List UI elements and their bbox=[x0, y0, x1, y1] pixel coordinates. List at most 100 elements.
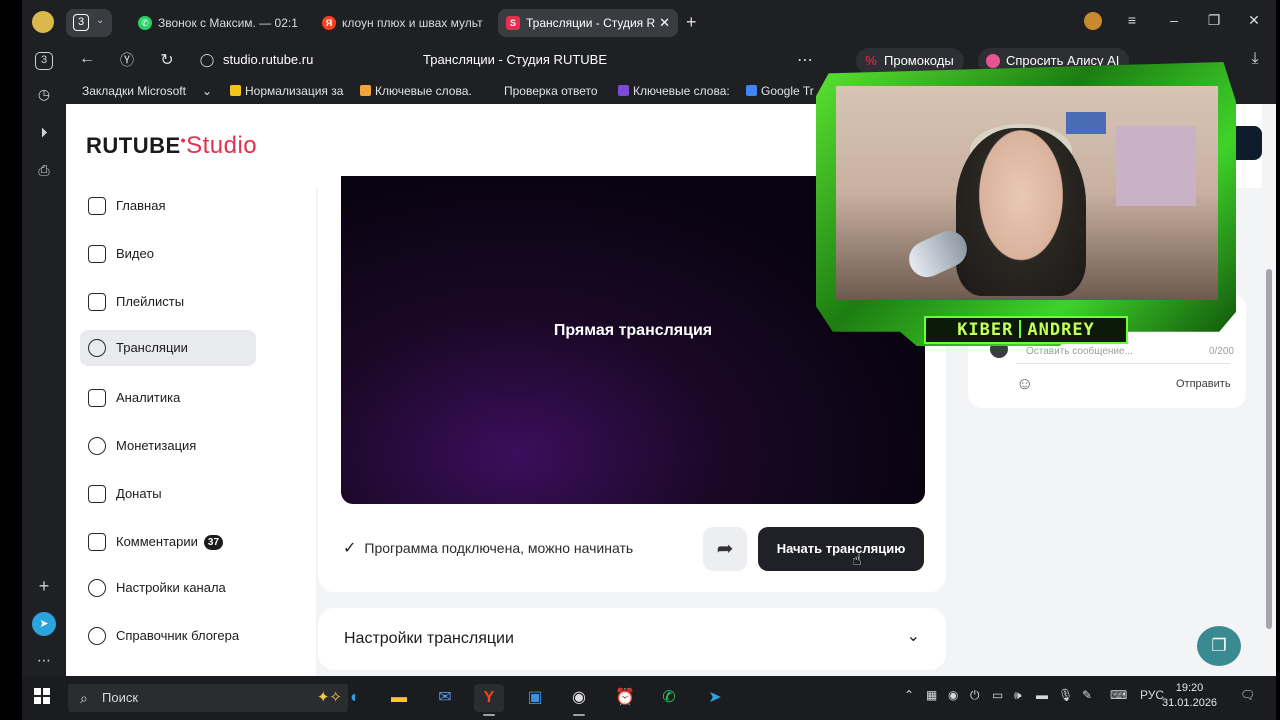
search-icon: ⌕ bbox=[80, 690, 88, 706]
bookmark-item[interactable]: Проверка ответо bbox=[504, 84, 604, 98]
tab-counter-badge: 3 bbox=[73, 14, 89, 31]
windows-start-icon[interactable] bbox=[34, 688, 50, 704]
sidebar-item-channel-settings[interactable]: Настройки канала bbox=[80, 570, 256, 606]
nameplate-left: KIBER bbox=[957, 320, 1014, 340]
playlist-icon bbox=[88, 293, 106, 311]
add-panel-icon[interactable]: + bbox=[32, 574, 56, 598]
tray-power-icon[interactable]: ⏻ bbox=[970, 688, 980, 703]
extension-icon[interactable] bbox=[1084, 12, 1102, 30]
tab-clown[interactable]: Я клоун плюх и швах мульт bbox=[314, 9, 490, 37]
yandex-y-icon[interactable]: Ⓨ bbox=[116, 50, 138, 70]
menu-icon[interactable]: ≡ bbox=[1122, 12, 1142, 28]
notification-icon[interactable]: 🗨 bbox=[1240, 688, 1255, 702]
restore-button[interactable]: ❐ bbox=[1204, 12, 1224, 29]
screenshot-icon[interactable]: ⎙ bbox=[32, 158, 56, 182]
keyboard-icon[interactable]: ⌨ bbox=[1110, 688, 1127, 702]
sidebar-item-playlists[interactable]: Плейлисты bbox=[80, 284, 256, 320]
history-icon[interactable]: ◷ bbox=[32, 82, 56, 106]
media-icon[interactable]: ⏵ bbox=[32, 120, 56, 144]
taskbar-search[interactable]: ⌕ Поиск ✦✧ bbox=[68, 684, 348, 712]
chevron-up-icon[interactable]: ⌃ bbox=[904, 688, 914, 702]
whatsapp-icon[interactable]: ✆ bbox=[654, 684, 684, 712]
sidebar-item-video[interactable]: Видео bbox=[80, 236, 256, 272]
stream-settings-accordion[interactable]: Настройки трансляции ⌄ bbox=[318, 608, 946, 670]
share-button[interactable]: ➦ bbox=[703, 527, 747, 571]
yandex-browser-icon[interactable]: Y bbox=[474, 684, 504, 716]
obs-icon[interactable]: ◉ bbox=[564, 684, 594, 716]
download-icon[interactable]: ⤓ bbox=[1244, 50, 1266, 68]
close-tab-icon[interactable]: ✕ bbox=[659, 9, 670, 37]
rutube-studio-logo[interactable]: RUTUBE•Studio bbox=[86, 132, 257, 160]
bookmark-favicon bbox=[360, 85, 371, 96]
sidebar-item-donations[interactable]: Донаты bbox=[80, 476, 256, 512]
sidebar-item-comments[interactable]: Комментарии 37 bbox=[80, 524, 256, 560]
tray-obs-icon[interactable]: ◉ bbox=[948, 688, 958, 702]
bookmark-item[interactable]: Нормализация за bbox=[230, 84, 346, 98]
sidebar-item-blogger-guide[interactable]: Справочник блогера bbox=[80, 618, 256, 654]
gear-icon bbox=[88, 579, 106, 597]
tab-rutube-studio[interactable]: S Трансляции - Студия R ✕ bbox=[498, 9, 678, 37]
new-tab-button[interactable]: + bbox=[686, 12, 697, 33]
url-text[interactable]: studio.rutube.ru bbox=[223, 52, 313, 67]
lock-icon: ◯ bbox=[199, 52, 215, 67]
tray-app-icon[interactable]: ▦ bbox=[926, 688, 937, 702]
bookmark-item[interactable]: Закладки Microsoft bbox=[82, 84, 190, 98]
chevron-down-icon: ⌄ bbox=[906, 628, 920, 645]
chevron-down-icon: ⌄ bbox=[96, 15, 105, 26]
yandex-profile-icon[interactable] bbox=[32, 11, 54, 33]
language-indicator[interactable]: РУС bbox=[1140, 688, 1164, 702]
tabs-badge-icon[interactable]: 3 bbox=[35, 52, 53, 70]
tab-label: клоун плюх и швах мульт bbox=[342, 16, 483, 30]
sidebar-item-broadcasts[interactable]: Трансляции bbox=[80, 330, 256, 366]
volume-icon[interactable]: 🕪 bbox=[1014, 688, 1022, 703]
clock[interactable]: 19:20 31.01.2026 bbox=[1162, 681, 1217, 711]
more-dots-icon[interactable]: ⋯ bbox=[794, 50, 816, 70]
send-button[interactable]: Отправить bbox=[1176, 378, 1231, 390]
file-explorer-icon[interactable]: ▬ bbox=[384, 684, 414, 712]
bookmark-item[interactable]: Google Tr bbox=[746, 84, 826, 98]
close-window-button[interactable]: ✕ bbox=[1244, 12, 1264, 29]
more-icon[interactable]: ⋯ bbox=[32, 648, 56, 672]
clock-time: 19:20 bbox=[1175, 682, 1204, 694]
start-stream-button[interactable]: Начать трансляцию bbox=[758, 527, 924, 571]
back-icon[interactable]: ← bbox=[76, 50, 98, 68]
rutube-icon: S bbox=[506, 16, 520, 30]
sidebar-item-monetization[interactable]: Монетизация bbox=[80, 428, 256, 464]
support-chat-button[interactable]: ❐ bbox=[1197, 626, 1241, 666]
scrollbar[interactable] bbox=[1262, 104, 1276, 676]
logo-brand: RUTUBE bbox=[86, 133, 181, 158]
whatsapp-icon: ✆ bbox=[138, 16, 152, 30]
telegram-icon[interactable]: ➤ bbox=[32, 612, 56, 636]
sidebar: Главная Видео Плейлисты Трансляции Анали… bbox=[66, 188, 316, 676]
battery-icon[interactable]: ▬ bbox=[1036, 688, 1048, 702]
mail-icon[interactable]: ✉ bbox=[430, 684, 460, 712]
telegram-icon[interactable]: ➤ bbox=[700, 684, 730, 712]
minimize-button[interactable]: – bbox=[1164, 12, 1184, 28]
screen-edge-right bbox=[1276, 0, 1280, 720]
screen-edge bbox=[0, 0, 22, 720]
status-text: Программа подключена, можно начинать bbox=[364, 540, 634, 556]
video-icon bbox=[88, 245, 106, 263]
tab-counter-button[interactable]: 3 ⌄ bbox=[66, 9, 112, 37]
emoji-icon[interactable]: ☺ bbox=[1016, 374, 1033, 394]
yandex-icon: Я bbox=[322, 16, 336, 30]
check-icon: ✓ bbox=[343, 540, 357, 557]
bookmark-item[interactable]: Ключевые слова: bbox=[618, 84, 730, 98]
tab-call[interactable]: ✆ Звонок с Максим. — 02:1 bbox=[130, 9, 304, 37]
chevron-down-icon[interactable]: ⌄ bbox=[202, 84, 212, 98]
sidebar-item-analytics[interactable]: Аналитика bbox=[80, 380, 256, 416]
comments-label: Комментарии bbox=[116, 534, 198, 549]
info-icon bbox=[88, 627, 106, 645]
pen-icon[interactable]: ✎ bbox=[1082, 688, 1092, 702]
alarm-icon[interactable]: ⏰ bbox=[610, 684, 640, 712]
scrollbar-thumb[interactable] bbox=[1266, 269, 1272, 629]
edge-icon[interactable]: ◐ bbox=[340, 684, 370, 712]
page-title-text: Трансляции - Студия RUTUBE bbox=[423, 52, 607, 67]
reload-icon[interactable]: ↻ bbox=[156, 50, 178, 70]
sidebar-item-home[interactable]: Главная bbox=[80, 188, 256, 224]
bookmark-item[interactable]: Ключевые слова. bbox=[360, 84, 472, 98]
broadcast-icon bbox=[88, 339, 106, 357]
microphone-icon[interactable]: 🎙 bbox=[1058, 688, 1073, 702]
tray-display-icon[interactable]: ▭ bbox=[992, 688, 1003, 702]
store-icon[interactable]: ▣ bbox=[520, 684, 550, 712]
